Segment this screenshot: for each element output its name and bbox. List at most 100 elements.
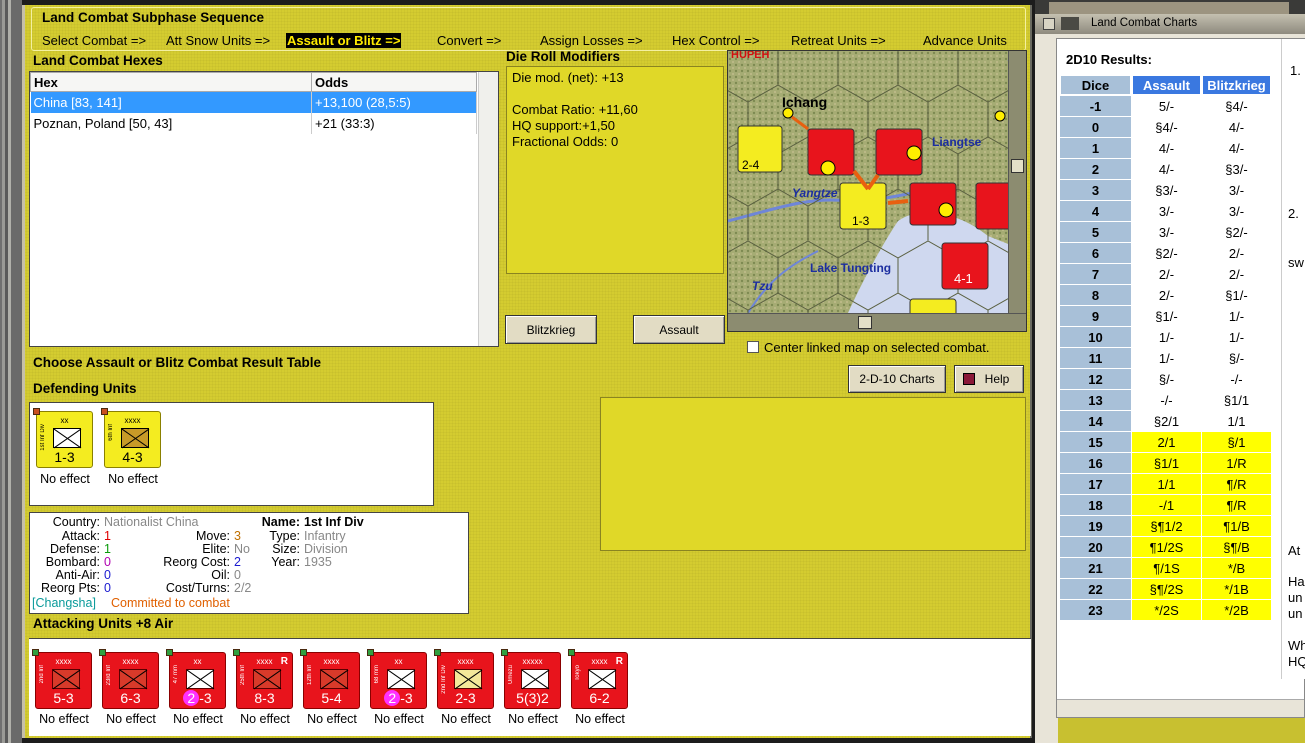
table-row: 2 4/- §3/- [1060,159,1271,179]
column-header-hex[interactable]: Hex [30,72,312,92]
seq-step-assault-blitz[interactable]: Assault or Blitz => [286,33,402,48]
assault-cell: 3/- [1132,222,1201,242]
assault-button[interactable]: Assault [633,315,725,344]
unit-result: No effect [40,472,90,486]
infantry-icon [186,669,214,689]
blitzkrieg-cell: -/- [1202,369,1271,389]
center-map-checkbox[interactable] [747,341,759,353]
table-row: 4 3/- 3/- [1060,201,1271,221]
charts-button[interactable]: 2-D-10 Charts [848,365,946,393]
unit-name-label: 23rd Inf [106,665,112,686]
infantry-icon [387,669,415,689]
move-label: Move: [195,529,230,543]
seq-step-assign-losses[interactable]: Assign Losses => [540,33,643,48]
results-table: Dice Assault Blitzkrieg -1 5/- §4/- 0 §4/- 4/… [1059,74,1272,621]
dice-cell: 15 [1060,432,1131,452]
modifier-line: Die mod. (net): +13 [512,70,624,85]
blitzkrieg-button[interactable]: Blitzkrieg [505,315,597,344]
blitzkrieg-cell: 3/- [1202,180,1271,200]
rules-fragment: HQ [1288,654,1305,669]
attacking-counter[interactable]: xxxx 12th Inf 5-4 [300,649,360,709]
dice-cell: 9 [1060,306,1131,326]
unit-result: No effect [307,712,357,726]
seq-step-hex-control[interactable]: Hex Control => [672,33,759,48]
choose-table-label: Choose Assault or Blitz Combat Result Ta… [33,355,322,370]
column-header-odds[interactable]: Odds [311,72,477,92]
unit-name-label: 1st Inf Div [40,424,46,451]
map-label-liangtse: Liangtse [932,135,982,149]
assault-cell: */2S [1132,600,1201,620]
attack-value: 1 [104,529,111,543]
seq-step-att-snow[interactable]: Att Snow Units => [166,33,270,48]
charts-horizontal-scrollbar[interactable] [1057,699,1304,717]
unit-result: No effect [240,712,290,726]
rules-fragment: At [1288,543,1301,558]
map-horizontal-scrollbar[interactable] [728,313,1026,331]
name-label: Name: [261,515,300,529]
window-close-icon[interactable] [1061,17,1079,30]
reserve-marker: R [280,656,288,667]
attacking-counter[interactable]: xxxxx Umezu 5(3)2 [501,649,561,709]
elite-value: No [234,542,250,556]
assault-cell: 1/1 [1132,474,1201,494]
table-row: 19 §¶1/2 ¶1/B [1060,516,1271,536]
blitzkrieg-cell: 4/- [1202,138,1271,158]
attacking-counter[interactable]: xxxx 25th Inf R 8-3 [233,649,293,709]
assault-cell: 2/- [1132,285,1201,305]
map-vertical-scrollbar[interactable] [1008,51,1026,315]
defending-counter[interactable]: xx 1st Inf Div 1-3 [33,408,93,468]
location-link[interactable]: [Changsha] [32,596,96,610]
rules-fragment: sw [1288,255,1304,270]
defending-counter[interactable]: xxxx 6th Inf 4-3 [101,408,161,468]
table-row: 20 ¶1/2S §¶/B [1060,537,1271,557]
attacking-counter[interactable]: xxxx 2nd Inf Div 2-3 [434,649,494,709]
table-row[interactable]: Poznan, Poland [50, 43] +21 (33:3) [30,112,477,134]
unit-strength: 2-3 [438,690,493,706]
seq-step-convert[interactable]: Convert => [437,33,501,48]
background-strip [1058,718,1305,743]
assault-cell: 1/- [1132,327,1201,347]
unit-strength: 2-3 [371,690,426,706]
attacking-counter[interactable]: xx 68 mm 2 -3 [367,649,427,709]
table-row: 3 §3/- 3/- [1060,180,1271,200]
unit-name-label: 25th Inf [240,665,246,686]
unit-strength: 5-3 [36,690,91,706]
seq-step-select-combat[interactable]: Select Combat => [42,33,146,48]
blitzkrieg-cell: 1/- [1202,306,1271,326]
hexes-scrollbar[interactable] [478,72,498,346]
unit-strength-text: 6-2 [589,690,610,706]
hex-cell: Poznan, Poland [50, 43] [30,112,312,134]
column-header-dice: Dice [1060,75,1131,95]
unit-strength-text: 5-3 [53,690,74,706]
unit-strength: 5-4 [304,690,359,706]
dice-cell: 13 [1060,390,1131,410]
attacking-counter[interactable]: xxxx 23rd Inf 6-3 [99,649,159,709]
table-row: 22 §¶/2S */1B [1060,579,1271,599]
seq-step-advance[interactable]: Advance Units [923,33,1007,48]
svg-text:4-1: 4-1 [954,271,973,286]
charts-title-bar[interactable]: Land Combat Charts [1035,14,1305,34]
dice-cell: 3 [1060,180,1131,200]
map-hscroll-thumb[interactable] [858,316,872,329]
dice-cell: 10 [1060,327,1131,347]
help-button[interactable]: Help [954,365,1024,393]
table-row[interactable]: China [83, 141] +13,100 (28,5:5) [30,91,477,113]
seq-step-retreat[interactable]: Retreat Units => [791,33,886,48]
map-vscroll-thumb[interactable] [1011,159,1024,173]
attacking-counter[interactable]: xxxx Tokyo R 6-2 [568,649,628,709]
year-value: 1935 [304,555,332,569]
unit-name-label: Umezu [508,665,514,685]
assault-cell: §4/- [1132,117,1201,137]
defending-title: Defending Units [33,381,137,396]
odds-cell: +21 (33:3) [311,112,477,134]
attacking-counter[interactable]: xx 47 mm 2 -3 [166,649,226,709]
left-window-frame [0,0,22,743]
column-header-assault: Assault [1132,75,1201,95]
assault-cell: §/- [1132,369,1201,389]
attacking-counter[interactable]: xxxx 2nd Inf 5-3 [32,649,92,709]
linked-map[interactable]: 2-4 1-3 4-1 HUPEH Ichang Yangtze Liangts… [727,50,1027,332]
dice-cell: 16 [1060,453,1131,473]
dice-cell: 21 [1060,558,1131,578]
bombard-badge: 2 [384,690,401,706]
unit-strength: 5(3)2 [505,690,560,706]
